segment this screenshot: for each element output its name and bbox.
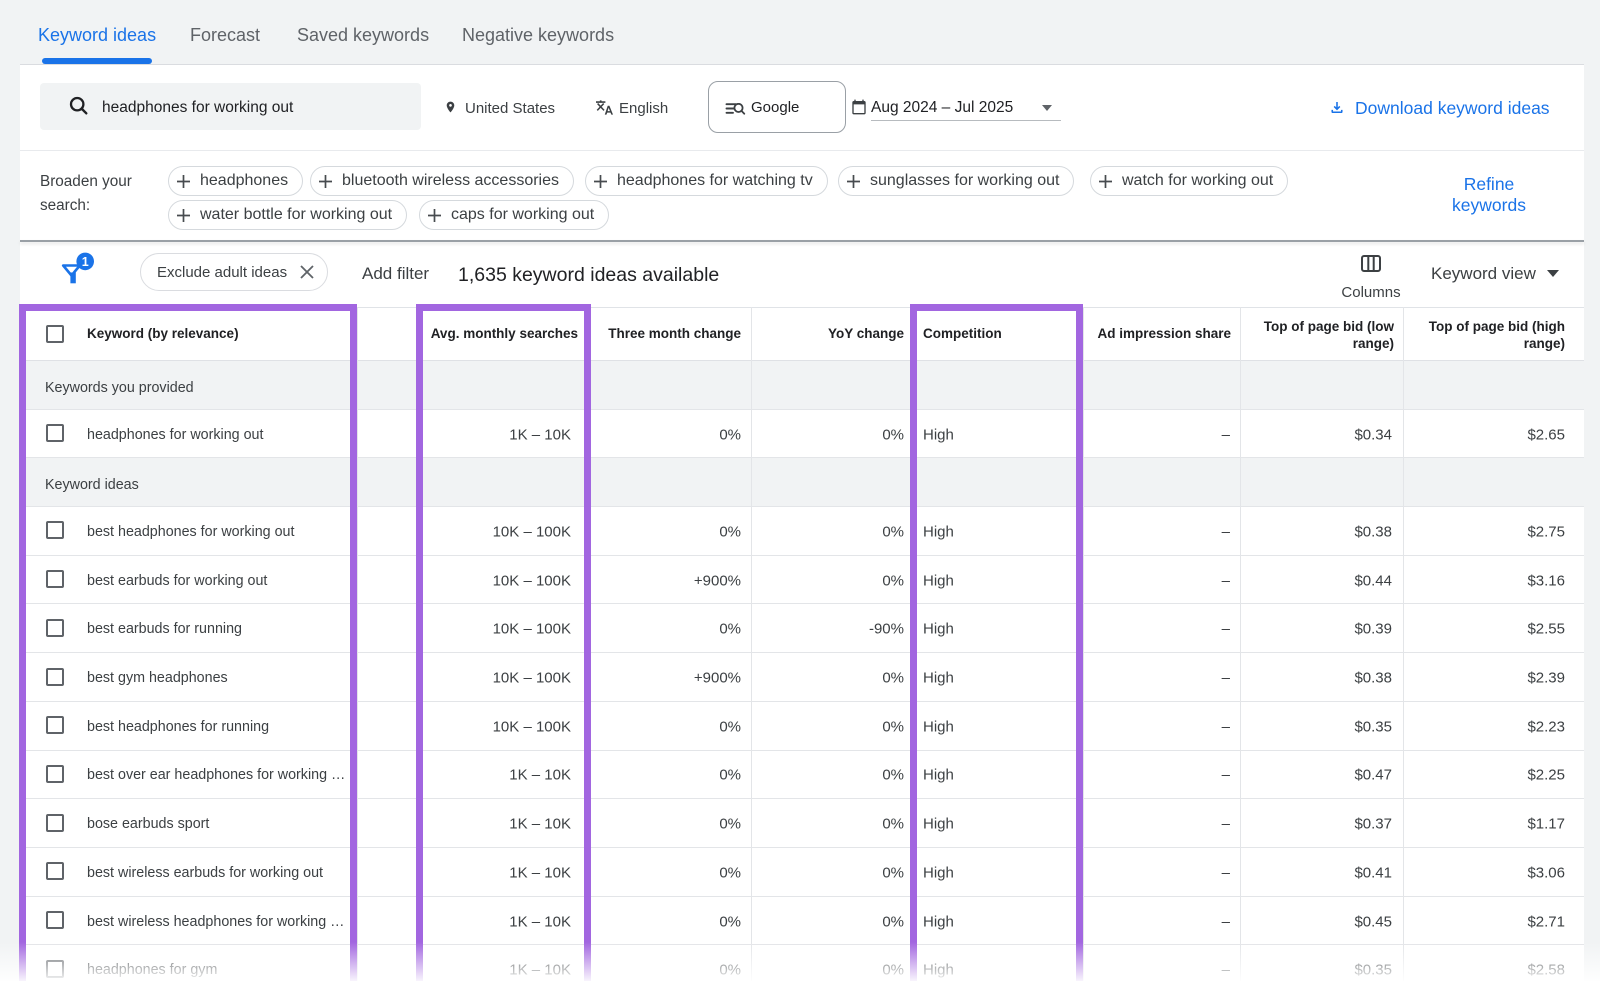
- svg-text:1: 1: [82, 255, 89, 269]
